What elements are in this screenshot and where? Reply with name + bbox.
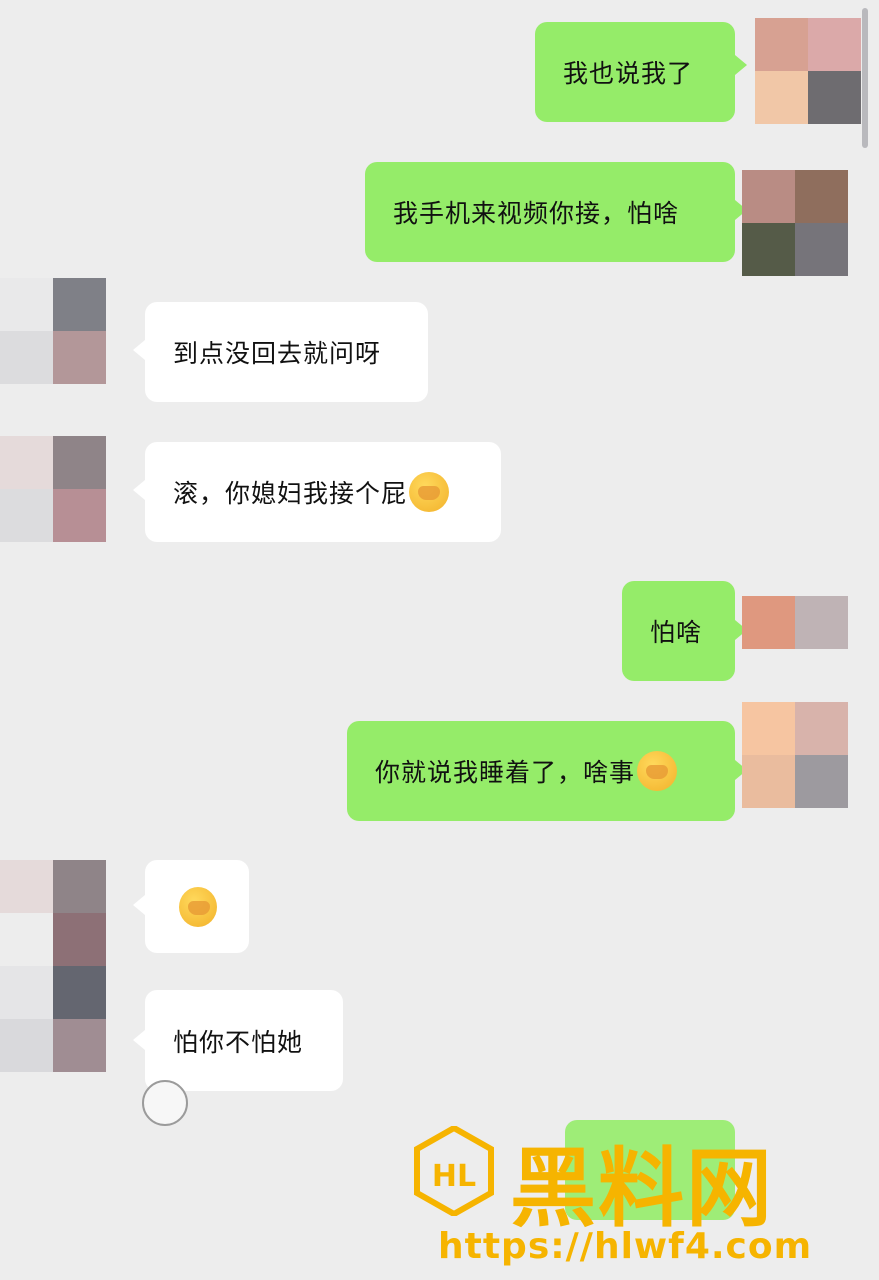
scrollbar[interactable] bbox=[862, 8, 868, 148]
watermark-url: https://hlwf4.com bbox=[438, 1226, 813, 1267]
bubble-tail bbox=[133, 340, 145, 360]
avatar[interactable] bbox=[0, 278, 106, 384]
message-bubble[interactable]: 你就说我睡着了，啥事 bbox=[347, 721, 735, 821]
avatar[interactable] bbox=[742, 596, 848, 702]
message-text: 我手机来视频你接，怕啥 bbox=[393, 199, 680, 228]
avatar[interactable] bbox=[0, 966, 106, 1072]
message-bubble[interactable]: 滚，你媳妇我接个屁 bbox=[145, 442, 501, 542]
message-text: 滚，你媳妇我接个屁 bbox=[173, 479, 408, 508]
watermark-brand: 黑料网 bbox=[510, 1139, 774, 1239]
circle-button[interactable] bbox=[142, 1080, 188, 1126]
message-bubble[interactable]: 我也说我了 bbox=[535, 22, 735, 122]
hl-logo-icon: HL bbox=[414, 1126, 494, 1216]
bubble-tail bbox=[133, 480, 145, 500]
bubble-tail bbox=[133, 895, 145, 915]
message-bubble[interactable] bbox=[145, 860, 249, 953]
message-bubble[interactable]: 到点没回去就问呀 bbox=[145, 302, 428, 402]
message-text: 我也说我了 bbox=[563, 59, 694, 88]
facepalm-crying-emoji-icon bbox=[409, 472, 450, 512]
message-bubble[interactable]: 怕你不怕她 bbox=[145, 990, 343, 1091]
message-text: 怕啥 bbox=[650, 618, 703, 647]
facepalm-crying-emoji-icon bbox=[179, 886, 217, 927]
message-text: 怕你不怕她 bbox=[173, 1027, 304, 1057]
avatar[interactable] bbox=[0, 860, 106, 966]
message-text: 你就说我睡着了，啥事 bbox=[375, 758, 636, 787]
message-bubble[interactable]: 怕啥 bbox=[622, 581, 735, 681]
bubble-tail bbox=[735, 55, 747, 75]
avatar[interactable] bbox=[742, 170, 848, 276]
avatar[interactable] bbox=[0, 436, 106, 542]
bubble-tail bbox=[133, 1030, 145, 1050]
message-text: 到点没回去就问呀 bbox=[173, 339, 382, 368]
avatar[interactable] bbox=[755, 18, 861, 124]
avatar[interactable] bbox=[742, 702, 848, 808]
message-bubble[interactable]: 我手机来视频你接，怕啥 bbox=[365, 162, 735, 262]
svg-text:HL: HL bbox=[432, 1159, 476, 1194]
hand-over-mouth-emoji-icon bbox=[637, 751, 678, 791]
